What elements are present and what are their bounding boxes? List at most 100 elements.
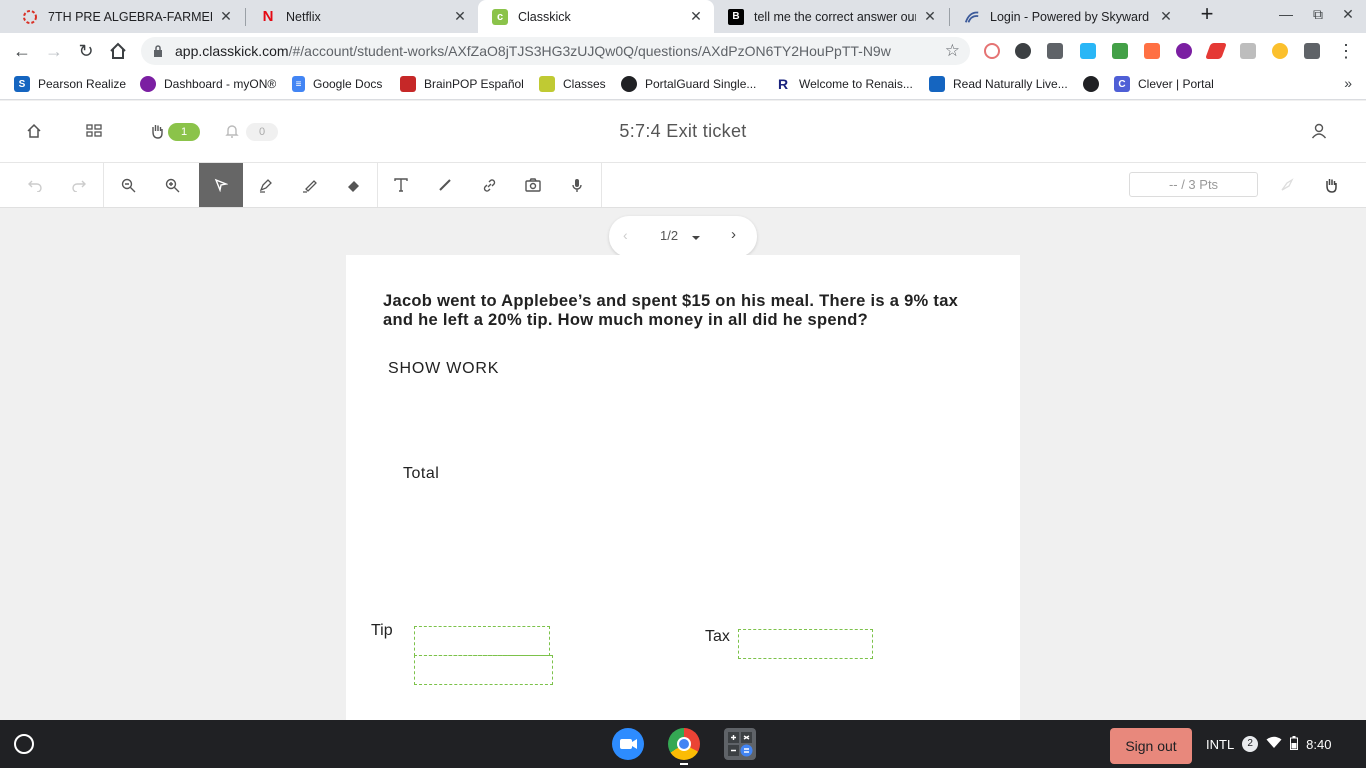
input-method-label: INTL	[1206, 736, 1235, 752]
close-icon[interactable]: ✕	[688, 8, 704, 25]
pan-hand-icon[interactable]	[1309, 163, 1353, 207]
extension-broadcast-icon[interactable]	[984, 43, 1000, 59]
tip-answer-box[interactable]	[414, 626, 550, 656]
tax-answer-box[interactable]	[738, 629, 873, 659]
tab-title: Classkick	[518, 9, 571, 24]
zoom-out-icon[interactable]	[106, 163, 150, 207]
extension-green-icon[interactable]	[1112, 43, 1128, 59]
new-tab-button[interactable]: +	[1196, 3, 1218, 26]
system-shelf: Sign out INTL 2 8:40	[0, 720, 1366, 768]
ring-icon	[22, 9, 38, 25]
tab-skyward[interactable]: Login - Powered by Skyward ✕	[950, 0, 1184, 33]
camera-icon[interactable]	[511, 163, 555, 207]
extension-arrows-icon[interactable]	[1240, 43, 1256, 59]
bookmark-myon[interactable]: Dashboard - myON®	[140, 76, 276, 92]
close-icon[interactable]: ✕	[922, 8, 938, 25]
tab-title: Netflix	[286, 9, 321, 24]
sign-out-button[interactable]: Sign out	[1110, 728, 1192, 764]
close-icon[interactable]: ✕	[452, 8, 468, 25]
lock-icon	[154, 45, 162, 57]
text-tool-icon[interactable]	[379, 163, 423, 207]
reload-icon[interactable]: ↻	[74, 39, 98, 63]
forward-arrow-icon[interactable]: →	[42, 39, 66, 63]
extension-square-icon[interactable]	[1047, 43, 1063, 59]
redo-icon[interactable]	[57, 163, 101, 207]
chevron-left-icon[interactable]: ‹	[623, 227, 628, 243]
line-tool-icon[interactable]	[423, 163, 467, 207]
app-header: 1 0 5:7:4 Exit ticket	[0, 101, 1366, 163]
launcher-icon[interactable]	[14, 734, 34, 754]
skyward-icon	[964, 9, 980, 25]
pen-icon[interactable]	[243, 163, 287, 207]
bookmark-renaissance[interactable]: R Welcome to Renais...	[775, 76, 913, 92]
menu-kebab-icon[interactable]: ⋮	[1334, 39, 1358, 63]
bookmark-classes[interactable]: Classes	[539, 76, 606, 92]
status-tray[interactable]: INTL 2 8:40	[1206, 730, 1331, 758]
chevron-right-icon[interactable]: ›	[731, 226, 736, 243]
pearson-icon: S	[14, 76, 30, 92]
worksheet-page[interactable]: Jacob went to Applebee’s and spent $15 o…	[346, 255, 1020, 720]
tab-title: 7TH PRE ALGEBRA-FARMER S2	[48, 9, 212, 24]
close-icon[interactable]: ✕	[1158, 8, 1174, 25]
active-app-indicator	[680, 763, 688, 765]
tax-label: Tax	[705, 628, 730, 645]
extension-blue-icon[interactable]	[1080, 43, 1096, 59]
tab-classkick[interactable]: c Classkick ✕	[478, 0, 714, 33]
extension-orange-icon[interactable]	[1144, 43, 1160, 59]
tab-brainly[interactable]: B tell me the correct answer our i ✕	[714, 0, 948, 33]
bookmarks-overflow-button[interactable]: »	[1344, 75, 1352, 91]
bookmark-label: Google Docs	[313, 77, 383, 91]
bookmark-label: PortalGuard Single...	[645, 77, 757, 91]
browser-tab-strip: 7TH PRE ALGEBRA-FARMER S2 ✕ N Netflix ✕ …	[0, 0, 1366, 33]
battery-icon	[1290, 735, 1299, 753]
classkick-icon: c	[492, 8, 508, 25]
close-window-icon[interactable]: ✕	[1338, 6, 1358, 23]
address-bar[interactable]: app.classkick.com/#/account/student-work…	[141, 37, 970, 65]
restore-icon[interactable]: ⧉	[1308, 6, 1328, 23]
calculator-icon[interactable]	[724, 728, 756, 760]
tip-answer-box-2[interactable]	[414, 655, 553, 685]
tab-pre-algebra[interactable]: 7TH PRE ALGEBRA-FARMER S2 ✕	[8, 0, 244, 33]
microphone-icon[interactable]	[555, 163, 599, 207]
bookmark-label: BrainPOP Español	[424, 77, 524, 91]
bookmark-clever[interactable]: C Clever | Portal	[1114, 76, 1214, 92]
link-icon[interactable]	[467, 163, 511, 207]
eraser-icon[interactable]	[331, 163, 375, 207]
bookmark-google-docs[interactable]: ≡ Google Docs	[292, 76, 382, 92]
clock-time: 8:40	[1306, 736, 1332, 752]
minimize-icon[interactable]: —	[1276, 6, 1296, 22]
extension-purple-icon[interactable]	[1176, 43, 1192, 59]
zoom-app-icon[interactable]	[612, 728, 644, 760]
extension-pen-icon[interactable]	[1205, 43, 1227, 59]
tab-title: Login - Powered by Skyward	[990, 9, 1150, 24]
close-icon[interactable]: ✕	[218, 8, 234, 25]
assignment-title: 5:7:4 Exit ticket	[619, 121, 747, 141]
extensions-puzzle-icon[interactable]	[1304, 43, 1320, 59]
bookmark-globe[interactable]	[1083, 76, 1107, 92]
bookmark-brainpop[interactable]: BrainPOP Español	[400, 76, 524, 92]
points-display: -- / 3 Pts	[1129, 172, 1258, 197]
bookmark-read-naturally[interactable]: Read Naturally Live...	[929, 76, 1068, 92]
account-icon[interactable]	[1311, 123, 1327, 144]
bookmark-pearson-realize[interactable]: S Pearson Realize	[14, 76, 126, 92]
highlighter-icon[interactable]	[287, 163, 331, 207]
chrome-icon[interactable]	[668, 728, 700, 760]
extension-on-icon[interactable]	[1272, 43, 1288, 59]
tab-netflix[interactable]: N Netflix ✕	[246, 0, 478, 33]
back-arrow-icon[interactable]: ←	[10, 39, 34, 63]
bookmark-star-icon[interactable]: ☆	[945, 41, 960, 61]
page-counter[interactable]: 1/2	[660, 228, 678, 243]
home-icon[interactable]	[106, 39, 130, 63]
undo-icon[interactable]	[13, 163, 57, 207]
brainpop-icon	[400, 76, 416, 92]
myon-icon	[140, 76, 156, 92]
select-pointer-icon[interactable]	[199, 163, 243, 207]
extension-gear-icon[interactable]	[1015, 43, 1031, 59]
zoom-in-icon[interactable]	[150, 163, 194, 207]
caret-down-icon[interactable]	[691, 229, 701, 247]
wifi-icon	[1266, 736, 1282, 752]
sticker-icon[interactable]	[1265, 163, 1309, 207]
renaissance-icon: R	[777, 76, 789, 92]
bookmark-portalguard[interactable]: PortalGuard Single...	[621, 76, 756, 92]
tab-title: tell me the correct answer our i	[754, 9, 916, 24]
